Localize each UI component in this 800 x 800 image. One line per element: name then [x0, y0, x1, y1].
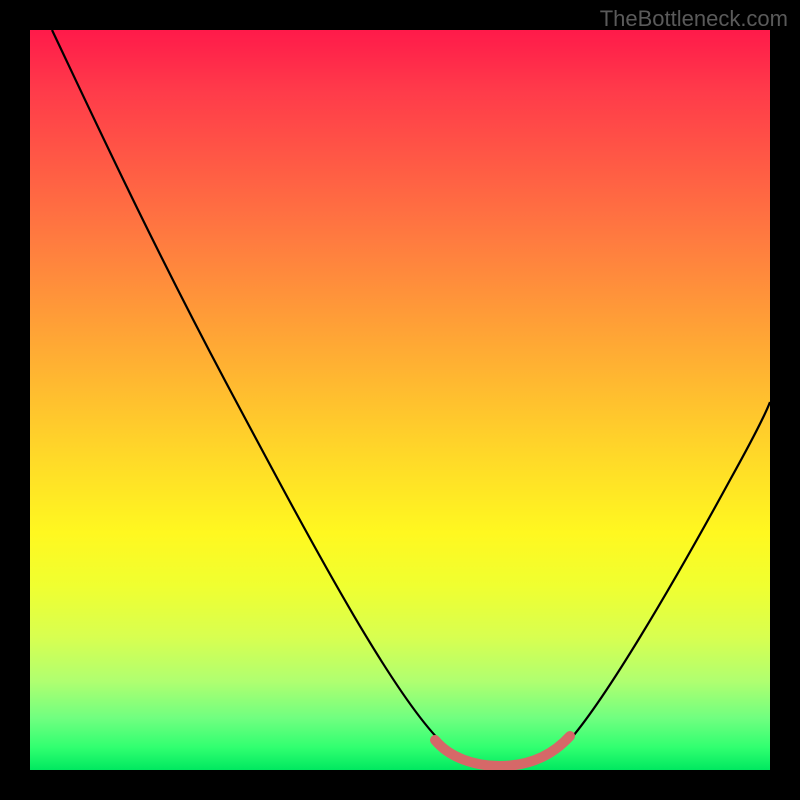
curve-plot [30, 30, 770, 770]
watermark-text: TheBottleneck.com [600, 6, 788, 32]
optimal-range-highlight [435, 736, 570, 766]
bottleneck-curve [52, 30, 770, 768]
chart-area [30, 30, 770, 770]
